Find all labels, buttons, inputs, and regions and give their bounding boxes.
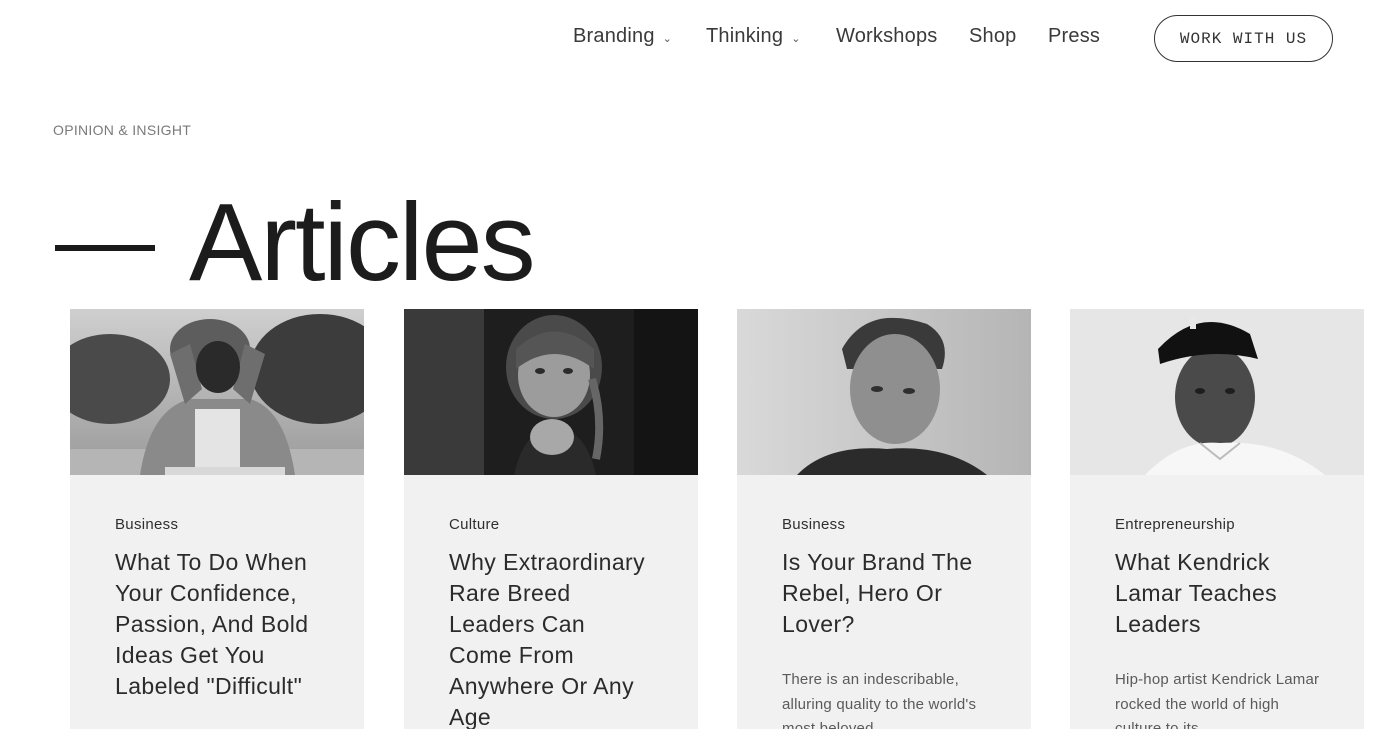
nav-item-press[interactable]: Press bbox=[1048, 25, 1100, 48]
article-card[interactable]: Entrepreneurship What Kendrick Lamar Tea… bbox=[1070, 309, 1364, 729]
nav-item-thinking[interactable]: Thinking ⌄ bbox=[706, 25, 801, 48]
section-eyebrow: OPINION & INSIGHT bbox=[53, 122, 192, 138]
article-title[interactable]: Why Extraordinary Rare Breed Leaders Can… bbox=[449, 547, 654, 729]
card-body: Entrepreneurship What Kendrick Lamar Tea… bbox=[1070, 475, 1364, 729]
article-card[interactable]: Business What To Do When Your Confidence… bbox=[70, 309, 364, 729]
card-body: Culture Why Extraordinary Rare Breed Lea… bbox=[404, 475, 698, 729]
nav-item-branding[interactable]: Branding ⌄ bbox=[573, 25, 672, 48]
photo-man-portrait bbox=[737, 309, 1031, 475]
nav-item-label: Shop bbox=[969, 25, 1017, 47]
article-title[interactable]: What To Do When Your Confidence, Passion… bbox=[115, 547, 320, 702]
title-dash bbox=[55, 245, 155, 251]
work-with-us-button[interactable]: WORK WITH US bbox=[1154, 15, 1333, 62]
nav-item-label: Thinking bbox=[706, 25, 784, 47]
article-image bbox=[737, 309, 1031, 475]
card-body: Business Is Your Brand The Rebel, Hero O… bbox=[737, 475, 1031, 729]
nav-item-shop[interactable]: Shop bbox=[969, 25, 1017, 48]
nav-item-label: Workshops bbox=[836, 25, 938, 47]
main-nav: Branding ⌄ Thinking ⌄ Workshops Shop Pre… bbox=[0, 0, 1400, 76]
article-category: Entrepreneurship bbox=[1115, 516, 1235, 533]
article-image bbox=[1070, 309, 1364, 475]
article-excerpt: There is an indescribable, alluring qual… bbox=[782, 671, 977, 729]
article-title[interactable]: What Kendrick Lamar Teaches Leaders bbox=[1115, 547, 1320, 640]
card-body: Business What To Do When Your Confidence… bbox=[70, 475, 364, 702]
article-category: Business bbox=[782, 516, 846, 533]
article-image bbox=[70, 309, 364, 475]
page: Branding ⌄ Thinking ⌄ Workshops Shop Pre… bbox=[0, 0, 1400, 729]
article-card[interactable]: Culture Why Extraordinary Rare Breed Lea… bbox=[404, 309, 698, 729]
article-card[interactable]: Business Is Your Brand The Rebel, Hero O… bbox=[737, 309, 1031, 729]
chevron-down-icon: ⌄ bbox=[791, 33, 801, 45]
photo-girl-braids bbox=[404, 309, 698, 475]
page-title: Articles bbox=[55, 181, 536, 304]
nav-item-label: Press bbox=[1048, 25, 1101, 47]
nav-item-label: Branding bbox=[573, 25, 655, 47]
nav-item-workshops[interactable]: Workshops bbox=[836, 25, 937, 48]
photo-man-head-in-hands bbox=[70, 309, 364, 475]
article-title[interactable]: Is Your Brand The Rebel, Hero Or Lover? bbox=[782, 547, 987, 640]
photo-man-black-cap bbox=[1070, 309, 1364, 475]
article-category: Business bbox=[115, 516, 179, 533]
article-image bbox=[404, 309, 698, 475]
article-excerpt: Hip-hop artist Kendrick Lamar rocked the… bbox=[1115, 671, 1320, 729]
chevron-down-icon: ⌄ bbox=[662, 33, 673, 45]
article-category: Culture bbox=[449, 516, 500, 533]
page-title-text: Articles bbox=[189, 181, 536, 304]
